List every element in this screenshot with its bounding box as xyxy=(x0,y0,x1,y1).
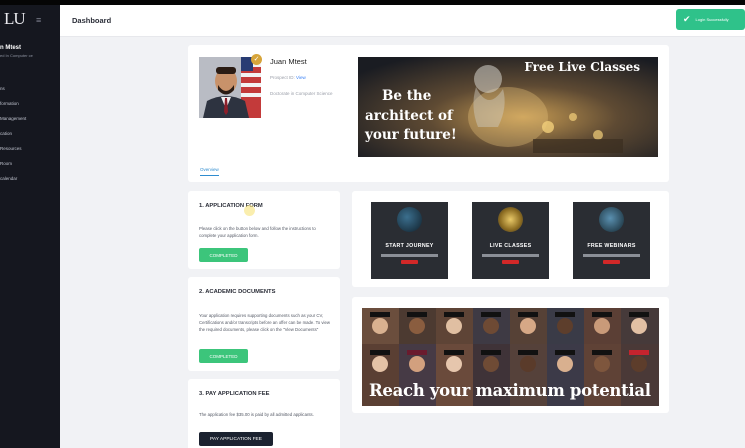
student-name: Juan Mtest xyxy=(270,57,307,66)
sidebar-item-cation[interactable]: cation xyxy=(0,126,60,141)
graduation-banner[interactable]: Reach your maximum potential xyxy=(362,308,659,406)
sidebar: LU ≡ n Mtest ed In Computer ce ns format… xyxy=(0,5,60,448)
logo[interactable]: LU xyxy=(4,9,26,29)
toast-message: Login Successfully xyxy=(695,17,729,22)
promo-live-classes[interactable]: LIVE CLASSES xyxy=(472,202,549,279)
application-form-description: Please click on the button below and fol… xyxy=(199,226,316,238)
application-form-card: 1. APPLICATION FORM Please click on the … xyxy=(188,191,340,269)
pay-application-fee-title: 3. PAY APPLICATION FEE xyxy=(199,391,270,397)
promo-free-webinars-title: FREE WEBINARS xyxy=(587,243,636,249)
promo-start-journey-title: START JOURNEY xyxy=(385,243,434,249)
pay-application-fee-description: The application fee $35.00 is paid by al… xyxy=(199,412,314,417)
graduation-banner-card: Reach your maximum potential xyxy=(352,297,669,413)
top-header: Dashboard xyxy=(60,5,745,37)
student-id: Prospect ID: View xyxy=(270,75,306,80)
promo-subtitle-bar xyxy=(482,254,539,257)
banner-line-2: architect of xyxy=(365,108,453,124)
promo-button xyxy=(502,260,519,264)
page-title: Dashboard xyxy=(72,16,112,25)
globe-icon xyxy=(397,207,422,232)
banner-free-live-classes: Free Live Classes xyxy=(524,60,640,74)
sidebar-item-room[interactable]: Room xyxy=(0,156,60,171)
architect-banner[interactable]: Be the architect of your future! Free Li… xyxy=(358,57,658,157)
promo-card-row: START JOURNEY LIVE CLASSES FREE WEBINARS xyxy=(352,191,669,287)
promo-button xyxy=(603,260,620,264)
profile-photo xyxy=(199,57,261,118)
check-icon: ✔ xyxy=(683,14,691,24)
promo-button xyxy=(401,260,418,264)
promo-subtitle-bar xyxy=(381,254,438,257)
student-id-label: Prospect ID: xyxy=(270,75,295,80)
sidebar-item-resources[interactable]: Resources xyxy=(0,141,60,156)
pay-application-fee-button[interactable]: PAY APPLICATION FEE xyxy=(199,432,273,446)
graduation-banner-text: Reach your maximum potential xyxy=(369,381,651,400)
student-program: Doctorate in Computer Science xyxy=(270,91,333,96)
promo-start-journey[interactable]: START JOURNEY xyxy=(371,202,448,279)
mouse-cursor-highlight xyxy=(244,205,255,216)
sidebar-nav: ns formation Management cation Resources… xyxy=(0,81,60,186)
academic-documents-card: 2. ACADEMIC DOCUMENTS Your application r… xyxy=(188,277,340,371)
application-form-completed-button[interactable]: COMPLETED xyxy=(199,248,248,262)
verified-badge-icon: ✓ xyxy=(251,54,262,65)
hamburger-icon[interactable]: ≡ xyxy=(36,15,41,25)
globe-icon xyxy=(599,207,624,232)
promo-live-classes-title: LIVE CLASSES xyxy=(489,243,532,249)
academic-documents-completed-button[interactable]: COMPLETED xyxy=(199,349,248,363)
sidebar-user-name: n Mtest xyxy=(0,45,21,51)
view-id-link[interactable]: View xyxy=(296,75,306,80)
sidebar-item-ns[interactable]: ns xyxy=(0,81,60,96)
pay-application-fee-card: 3. PAY APPLICATION FEE The application f… xyxy=(188,379,340,448)
sidebar-item-information[interactable]: formation xyxy=(0,96,60,111)
sidebar-item-calendar[interactable]: calendar xyxy=(0,171,60,186)
sidebar-item-management[interactable]: Management xyxy=(0,111,60,126)
promo-free-webinars[interactable]: FREE WEBINARS xyxy=(573,202,650,279)
academic-documents-description: Your application requires supporting doc… xyxy=(199,313,330,332)
banner-line-3: your future! xyxy=(365,127,457,143)
banner-line-1: Be the xyxy=(382,88,432,104)
seal-icon xyxy=(498,207,523,232)
sidebar-user-program: ed In Computer ce xyxy=(0,53,33,58)
tab-overview[interactable]: Overview xyxy=(200,167,219,176)
promo-subtitle-bar xyxy=(583,254,640,257)
academic-documents-title: 2. ACADEMIC DOCUMENTS xyxy=(199,289,276,295)
login-success-toast[interactable]: ✔ Login Successfully xyxy=(676,9,745,30)
profile-card: ✓ Juan Mtest Prospect ID: View Doctorate… xyxy=(188,45,669,182)
